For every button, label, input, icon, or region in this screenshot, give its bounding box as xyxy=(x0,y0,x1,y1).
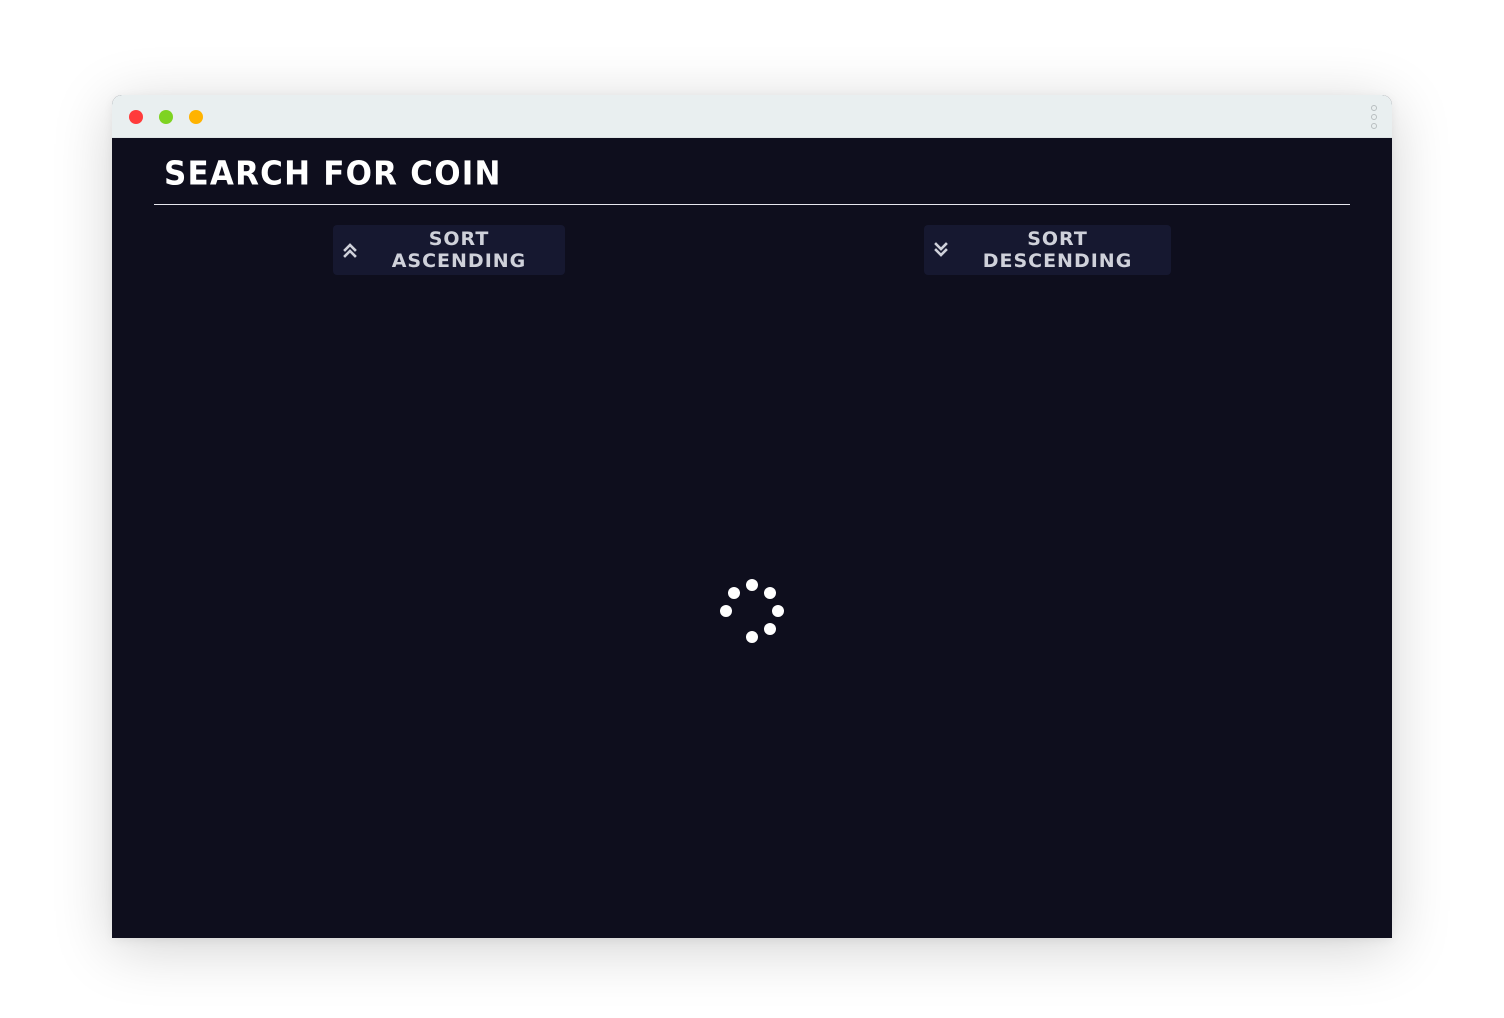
spinner-dot xyxy=(772,605,784,617)
minimize-window-button[interactable] xyxy=(159,110,173,124)
spinner-dot xyxy=(720,605,732,617)
page-title: Search for coin xyxy=(164,155,502,193)
spinner-dot xyxy=(764,587,776,599)
double-chevron-up-icon xyxy=(343,243,357,258)
maximize-window-button[interactable] xyxy=(189,110,203,124)
spinner-dot xyxy=(764,623,776,635)
sort-descending-label: Sort Descending xyxy=(982,228,1133,272)
window-titlebar xyxy=(112,95,1392,138)
spinner-dot xyxy=(728,587,740,599)
page-content: Search for coin Sort Ascending Sort Desc… xyxy=(112,138,1392,938)
title-divider xyxy=(154,204,1350,205)
browser-window: Search for coin Sort Ascending Sort Desc… xyxy=(112,95,1392,938)
spinner-dot xyxy=(746,631,758,643)
spinner-dot xyxy=(746,579,758,591)
sort-ascending-button[interactable]: Sort Ascending xyxy=(333,225,565,275)
close-window-button[interactable] xyxy=(129,110,143,124)
vertical-dots-icon[interactable] xyxy=(1370,105,1378,129)
sort-ascending-label: Sort Ascending xyxy=(391,228,527,272)
loading-spinner-icon xyxy=(716,579,788,651)
sort-descending-button[interactable]: Sort Descending xyxy=(924,225,1171,275)
double-chevron-down-icon xyxy=(934,242,948,257)
